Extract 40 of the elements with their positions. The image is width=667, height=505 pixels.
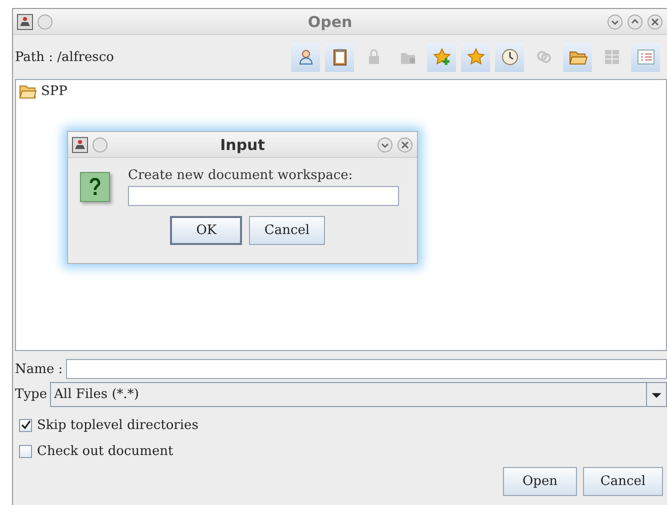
cancel-button[interactable]: Cancel xyxy=(249,216,325,245)
name-field[interactable] xyxy=(66,359,667,379)
dialog-message: Create new document workspace: xyxy=(128,168,354,183)
file-item[interactable]: SPP xyxy=(41,84,68,99)
path-label: Path : /alfresco xyxy=(15,50,115,64)
clock-icon xyxy=(500,47,520,67)
toolbar-button[interactable] xyxy=(631,42,660,72)
toolbar-button[interactable] xyxy=(461,42,490,72)
window-title: Open xyxy=(306,12,354,30)
star-icon xyxy=(466,47,486,67)
maximize-button[interactable] xyxy=(627,14,643,30)
toolbar-button[interactable] xyxy=(291,42,320,72)
toolbar-button[interactable] xyxy=(427,42,456,72)
checkbox[interactable] xyxy=(19,444,32,458)
checkbox[interactable] xyxy=(19,418,32,432)
checkbox-label: Check out document xyxy=(37,444,174,458)
type-label: Type xyxy=(15,387,48,402)
menu-button[interactable] xyxy=(37,14,53,30)
toolbar-button[interactable] xyxy=(495,42,524,72)
toolbar-button[interactable] xyxy=(325,42,354,72)
cancel-button[interactable]: Cancel xyxy=(583,467,663,496)
app-icon xyxy=(72,136,88,152)
close-button[interactable] xyxy=(397,136,413,152)
folder-icon xyxy=(19,84,37,98)
ok-button[interactable]: OK xyxy=(170,216,242,245)
question-icon xyxy=(80,172,110,202)
toolbar-button[interactable] xyxy=(563,42,592,72)
menu-button[interactable] xyxy=(92,136,108,152)
checkbox-label: Skip toplevel directories xyxy=(37,418,198,432)
open-button[interactable]: Open xyxy=(503,467,577,496)
minimize-button[interactable] xyxy=(607,14,623,30)
dialog-title: Input xyxy=(219,136,266,154)
name-label: Name : xyxy=(15,362,63,376)
close-button[interactable] xyxy=(647,14,663,30)
star-add-icon xyxy=(432,47,452,67)
workspace-name-field[interactable] xyxy=(128,186,399,206)
minimize-button[interactable] xyxy=(377,136,393,152)
app-icon xyxy=(17,14,33,30)
type-dropdown[interactable]: All Files (*.*) xyxy=(50,382,667,407)
list-icon xyxy=(636,47,656,67)
